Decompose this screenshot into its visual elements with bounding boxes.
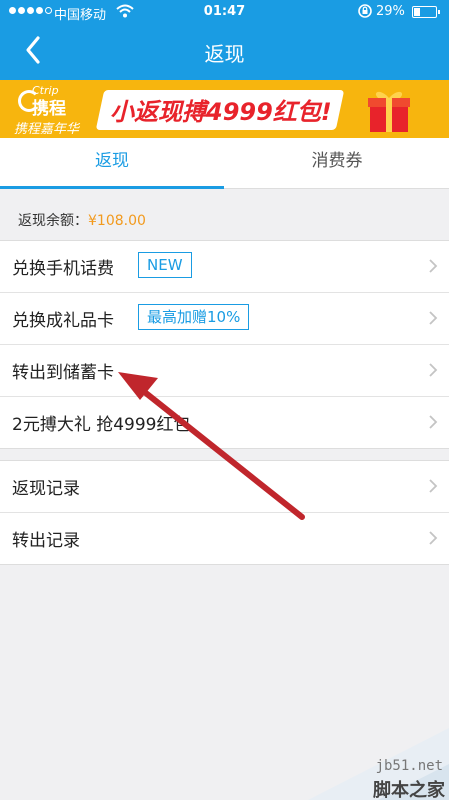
cashback-balance: 返现余额：¥108.00: [18, 210, 146, 230]
battery-percentage: 29%: [376, 4, 405, 19]
chevron-right-icon: [429, 311, 438, 325]
list-item-transfer-records[interactable]: 转出记录: [0, 513, 449, 564]
chevron-right-icon: [429, 531, 438, 545]
balance-label: 返现余额：: [18, 213, 88, 229]
gift-box-icon: [368, 91, 410, 132]
list-item-label: 转出记录: [12, 531, 80, 551]
list-item-lucky-draw[interactable]: 2元搏大礼 抢4999红包: [0, 397, 449, 448]
banner-slogan: 小返现搏4999红包!: [110, 98, 332, 126]
list-item-label: 兑换手机话费: [12, 259, 114, 279]
tab-bar: 返现 消费券: [0, 138, 449, 189]
chevron-right-icon: [429, 479, 438, 493]
top-bar: 中国移动 01:47 29% 返现: [0, 0, 449, 80]
watermark-domain: jb51.net: [375, 758, 443, 774]
list-item-recharge-phone[interactable]: 兑换手机话费 NEW: [0, 241, 449, 293]
list-item-label: 兑换成礼品卡: [12, 311, 114, 331]
list-item-gift-card[interactable]: 兑换成礼品卡 最高加赠10%: [0, 293, 449, 345]
list-item-label: 转出到储蓄卡: [12, 363, 114, 383]
tab-cashback[interactable]: 返现: [0, 138, 224, 188]
page-title: 返现: [204, 42, 245, 66]
status-bar: 中国移动 01:47 29%: [0, 0, 449, 26]
tab-coupons[interactable]: 消费券: [225, 138, 449, 188]
chevron-right-icon: [429, 259, 438, 273]
active-tab-indicator: [0, 186, 224, 189]
list-item-label: 2元搏大礼 抢4999红包: [12, 415, 191, 435]
bonus-badge: 最高加赠10%: [138, 304, 250, 330]
list-item-cashback-records[interactable]: 返现记录: [0, 461, 449, 513]
list-item-transfer-to-debit-card[interactable]: 转出到储蓄卡: [0, 345, 449, 397]
promo-banner[interactable]: Ctrip 携程 携程嘉年华 小返现搏4999红包!: [0, 80, 449, 138]
list-item-label: 返现记录: [12, 479, 80, 499]
chevron-right-icon: [429, 363, 438, 377]
records-list: 返现记录 转出记录: [0, 460, 449, 565]
chevron-right-icon: [429, 415, 438, 429]
options-list: 兑换手机话费 NEW 兑换成礼品卡 最高加赠10% 转出到储蓄卡 2元搏大礼 抢…: [0, 240, 449, 449]
watermark-text: 脚本之家: [373, 780, 445, 800]
new-badge: NEW: [138, 252, 192, 278]
battery-icon: [412, 6, 440, 18]
watermark: jb51.net 脚本之家: [308, 728, 449, 800]
balance-amount: ¥108.00: [88, 213, 146, 229]
rotation-lock-icon: [358, 4, 372, 18]
